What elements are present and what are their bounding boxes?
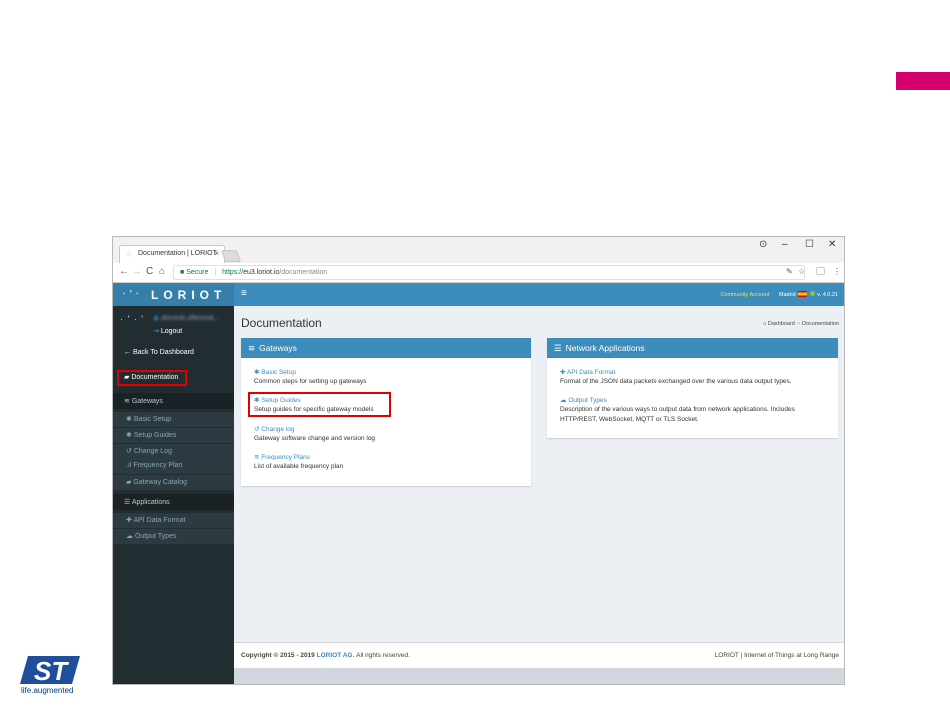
- new-tab-button[interactable]: [220, 250, 242, 262]
- change-log-link[interactable]: ↺ Change log: [254, 425, 295, 433]
- url-path: /documentation: [279, 269, 328, 276]
- arrow-left-icon: ←: [124, 349, 133, 356]
- account-icon[interactable]: ⊙: [759, 239, 767, 250]
- tab-close-icon[interactable]: ×: [214, 249, 219, 258]
- translate-icon[interactable]: ✎: [786, 267, 793, 276]
- highlight-box-documentation: [117, 370, 187, 386]
- sidebar-item-change-log[interactable]: ↺ Change Log: [113, 444, 234, 459]
- highlight-box-setup-guides: [248, 392, 391, 417]
- url-separator: |: [214, 269, 217, 276]
- forward-arrow-icon[interactable]: →: [132, 266, 142, 277]
- sidebar-header-applications[interactable]: ☰ Applications: [113, 494, 234, 510]
- wifi-icon: ≋: [248, 343, 256, 353]
- url-input[interactable]: ■ Secure | https://eu3.loriot.io/documen…: [173, 265, 805, 280]
- location-label: Madrid: [778, 292, 796, 298]
- st-tagline: life.augmented: [21, 686, 74, 695]
- change-log-desc: Gateway software change and version log: [254, 435, 376, 442]
- output-types-desc-2: HTTP/REST, WebSocket, MQTT or TLS Socket…: [560, 416, 699, 423]
- output-types-desc: Description of the various ways to outpu…: [560, 406, 795, 413]
- sidebar-item-output-types[interactable]: ☁ Output Types: [113, 529, 234, 544]
- user-name: ♟ dominik.oftenrod...: [153, 315, 219, 322]
- url-host: eu3.loriot.io: [243, 269, 280, 276]
- logout-link[interactable]: ⇥ Logout: [153, 327, 182, 335]
- pink-corner-tab: [896, 72, 950, 90]
- tab-title: Documentation | LORIOT: [138, 250, 217, 257]
- secure-label: Secure: [186, 269, 209, 276]
- frequency-plans-desc: List of available frequency plan: [254, 463, 344, 470]
- sidebar-item-frequency-plan[interactable]: .ıl Frequency Plan: [113, 459, 234, 474]
- gateways-box-header: ≋ Gateways: [241, 338, 531, 358]
- logo-dots-icon: · ' ·: [123, 289, 140, 298]
- sidebar-item-setup-guides[interactable]: ✱ Setup Guides: [113, 428, 234, 443]
- top-navbar: ≡ Community Account Madrid v. 4.0.21: [234, 283, 844, 306]
- home-icon[interactable]: ⌂: [159, 266, 165, 277]
- network-applications-box-header: ☰ Network Applications: [547, 338, 838, 358]
- page-title: Documentation: [241, 316, 322, 330]
- wifi-icon: ≋: [124, 398, 132, 405]
- back-to-dashboard-link[interactable]: ← Back To Dashboard: [113, 345, 234, 361]
- gateways-box: ≋ Gateways ✱ Basic Setup Common steps for…: [241, 338, 531, 486]
- sidebar-item-basic-setup[interactable]: ✱ Basic Setup: [113, 412, 234, 427]
- loriot-app: · ' · LORIOT · ' · ' ♟ dominik.oftenrod.…: [113, 283, 844, 684]
- url-protocol: https://: [222, 269, 244, 276]
- cloud-upload-icon: ☁: [126, 533, 135, 540]
- frequency-plans-link[interactable]: ≋ Frequency Plans: [254, 453, 310, 461]
- address-bar-row: ← → C ⌂ ■ Secure | https://eu3.loriot.io…: [113, 263, 844, 283]
- breadcrumb-current: Documentation: [802, 321, 839, 327]
- logo-text: LORIOT: [151, 288, 227, 302]
- gear-icon: ✱: [126, 416, 134, 423]
- hamburger-menu-icon[interactable]: ≡: [241, 288, 247, 299]
- browser-menu-icon[interactable]: ⋮: [833, 267, 841, 276]
- minimize-icon[interactable]: –: [782, 239, 788, 250]
- bottom-strip: [234, 668, 844, 684]
- loriot-ag-link[interactable]: LORIOT AG.: [317, 652, 355, 659]
- footer: Copyright © 2015 - 2019 LORIOT AG. All r…: [234, 642, 844, 668]
- user-panel: · ' · ' ♟ dominik.oftenrod... ⇥ Logout: [113, 306, 234, 340]
- list-icon: ☰: [554, 343, 562, 353]
- api-data-format-link[interactable]: ✚ API Data Format: [560, 368, 615, 376]
- api-data-format-desc: Format of the JSON data packets exchange…: [560, 378, 792, 385]
- version-label: v. 4.0.21: [817, 292, 838, 298]
- extension-icon[interactable]: [816, 267, 825, 275]
- reload-icon[interactable]: C: [146, 266, 153, 277]
- list-icon: ☰: [124, 499, 132, 506]
- community-account-link[interactable]: Community Account: [720, 292, 769, 298]
- breadcrumb-separator: >: [796, 321, 800, 327]
- maximize-icon[interactable]: ☐: [805, 239, 814, 250]
- puzzle-icon: ✚: [560, 369, 567, 376]
- user-icon: ♟: [153, 315, 162, 322]
- copyright: Copyright © 2015 - 2019 LORIOT AG. All r…: [241, 652, 410, 659]
- network-applications-box: ☰ Network Applications ✚ API Data Format …: [547, 338, 838, 438]
- sidebar-bottom: [113, 668, 234, 684]
- content-area: ≡ Community Account Madrid v. 4.0.21 Doc…: [234, 283, 844, 684]
- breadcrumb-dashboard[interactable]: Dashboard: [768, 321, 795, 327]
- sidebar-item-api-data-format[interactable]: ✚ API Data Format: [113, 513, 234, 528]
- history-icon: ↺: [126, 448, 134, 455]
- loriot-logo[interactable]: · ' · LORIOT: [113, 283, 234, 306]
- status-dot-icon: [809, 291, 815, 296]
- sidebar-item-gateway-catalog[interactable]: ▰ Gateway Catalog: [113, 475, 234, 490]
- spain-flag-icon: [798, 291, 808, 297]
- output-types-link[interactable]: ☁ Output Types: [560, 396, 607, 404]
- lock-icon: ■: [180, 269, 185, 276]
- st-logo-text: ST: [34, 656, 69, 686]
- basic-setup-desc: Common steps for setting up gateways: [254, 378, 367, 385]
- sidebar: · ' · LORIOT · ' · ' ♟ dominik.oftenrod.…: [113, 283, 234, 684]
- slide: ⁘ Documentation | LORIOT × ⊙ – ☐ ✕ ← → C…: [0, 0, 950, 713]
- loriot-favicon-icon: ⁘: [126, 252, 132, 259]
- close-window-icon[interactable]: ✕: [828, 239, 836, 250]
- user-avatar-icon: · ' · ': [120, 314, 144, 324]
- footer-tagline: LORIOT | Internet of Things at Long Rang…: [714, 652, 839, 659]
- sidebar-header-gateways[interactable]: ≋ Gateways: [113, 393, 234, 409]
- logout-icon: ⇥: [153, 328, 161, 335]
- browser-tab[interactable]: ⁘ Documentation | LORIOT ×: [119, 245, 225, 263]
- navbar-right: Community Account Madrid v. 4.0.21: [720, 291, 838, 298]
- tab-strip: ⁘ Documentation | LORIOT × ⊙ – ☐ ✕: [113, 237, 844, 263]
- browser-window: ⁘ Documentation | LORIOT × ⊙ – ☐ ✕ ← → C…: [112, 236, 845, 685]
- breadcrumb: ⌂ Dashboard > Documentation: [763, 321, 839, 327]
- basic-setup-link[interactable]: ✱ Basic Setup: [254, 368, 296, 376]
- back-arrow-icon[interactable]: ←: [119, 266, 129, 277]
- gear-icon: ✱: [126, 432, 134, 439]
- star-icon[interactable]: ☆: [798, 267, 805, 276]
